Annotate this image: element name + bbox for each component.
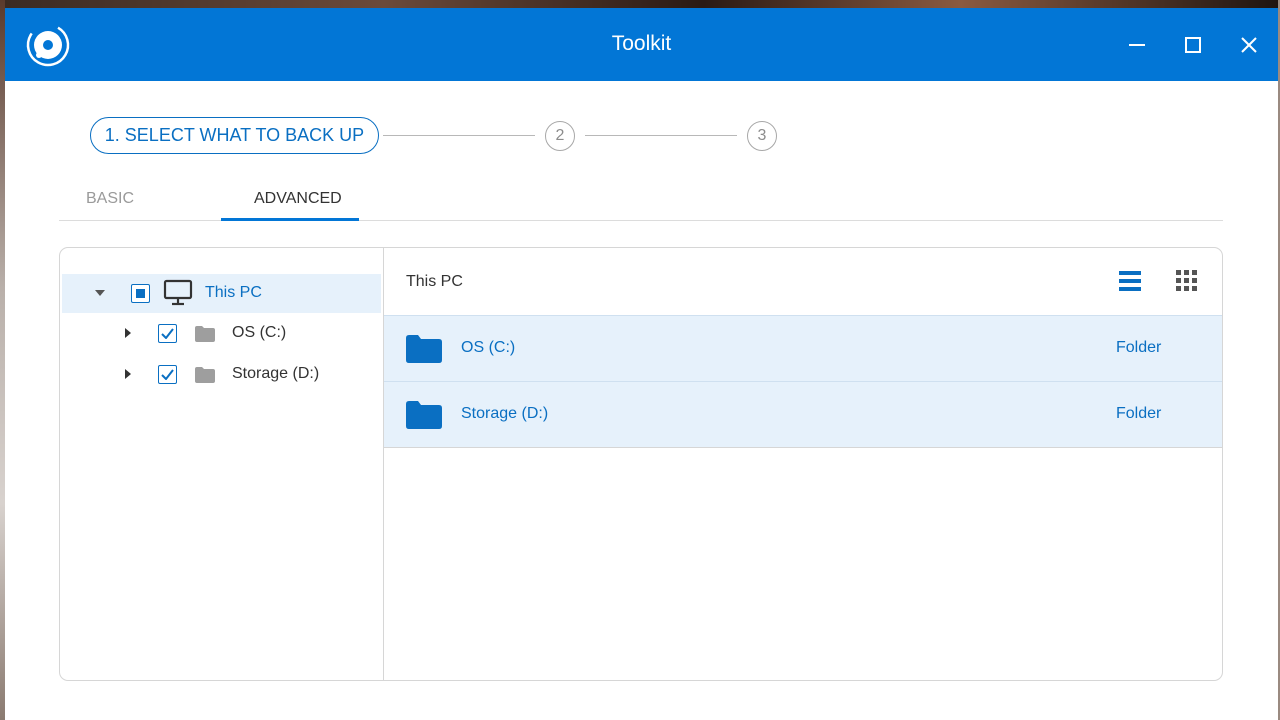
- backup-selection-panel: This PC OS (C:) Storage (D:) This PC OS …: [59, 247, 1223, 681]
- tree-checkbox-checked[interactable]: [158, 324, 177, 343]
- step-2-indicator: 2: [545, 121, 575, 151]
- folder-icon: [406, 335, 442, 363]
- folder-icon: [195, 367, 215, 383]
- checkmark-icon: [161, 328, 174, 339]
- window-title: Toolkit: [611, 32, 672, 55]
- checkmark-icon: [161, 369, 174, 380]
- list-row-name: OS (C:): [461, 339, 516, 356]
- tree-checkbox-partial[interactable]: [131, 284, 150, 303]
- minimize-button[interactable]: [1120, 28, 1154, 62]
- grid-view-icon[interactable]: [1175, 268, 1201, 294]
- folder-icon: [406, 401, 442, 429]
- list-row-type: Folder: [1116, 339, 1162, 356]
- tree-item-this-pc[interactable]: This PC: [62, 274, 381, 313]
- tab-advanced[interactable]: ADVANCED: [254, 190, 342, 208]
- desktop-backdrop-top: [0, 0, 1280, 8]
- folder-tree: This PC OS (C:) Storage (D:): [60, 248, 384, 680]
- title-bar: Toolkit: [5, 8, 1278, 81]
- list-row-type: Folder: [1116, 405, 1162, 422]
- list-divider: [384, 447, 1222, 448]
- monitor-icon: [163, 279, 193, 306]
- tree-item-storage-d[interactable]: Storage (D:): [62, 355, 381, 394]
- step-connector: [585, 135, 737, 136]
- tree-label: Storage (D:): [232, 365, 320, 382]
- step-1-current: 1. SELECT WHAT TO BACK UP: [90, 117, 379, 154]
- close-button[interactable]: [1232, 28, 1266, 62]
- step-3-indicator: 3: [747, 121, 777, 151]
- tree-checkbox-checked[interactable]: [158, 365, 177, 384]
- folder-icon: [195, 326, 215, 342]
- close-icon: [1241, 37, 1257, 53]
- tree-item-os-c[interactable]: OS (C:): [62, 314, 381, 353]
- caret-down-icon[interactable]: [95, 288, 105, 298]
- list-row-os-c[interactable]: OS (C:) Folder: [384, 315, 1222, 381]
- caret-right-icon[interactable]: [123, 369, 133, 379]
- list-row-name: Storage (D:): [461, 405, 549, 422]
- maximize-icon: [1185, 37, 1201, 53]
- minimize-icon: [1129, 44, 1145, 46]
- tree-label: This PC: [205, 284, 262, 301]
- tab-basic[interactable]: BASIC: [86, 190, 134, 208]
- caret-right-icon[interactable]: [123, 328, 133, 338]
- step-connector: [383, 135, 535, 136]
- current-location-label: This PC: [406, 273, 463, 290]
- maximize-button[interactable]: [1176, 28, 1210, 62]
- folder-list: This PC OS (C:) Folder Storage (D:) Fold…: [384, 248, 1222, 680]
- list-row-storage-d[interactable]: Storage (D:) Folder: [384, 381, 1222, 447]
- list-view-icon[interactable]: [1118, 268, 1144, 294]
- partial-check-icon: [136, 289, 145, 298]
- tree-label: OS (C:): [232, 324, 287, 341]
- app-window: Toolkit 1. SELECT WHAT TO BACK UP 2 3 BA…: [5, 8, 1278, 720]
- active-tab-indicator: [221, 218, 359, 221]
